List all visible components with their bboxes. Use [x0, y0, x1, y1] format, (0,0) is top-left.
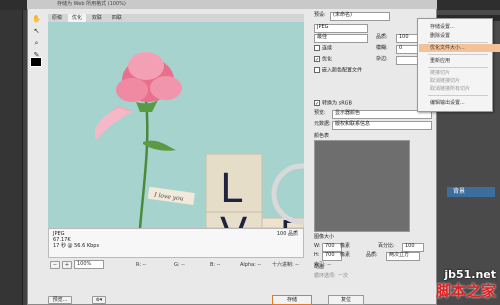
- percent-input[interactable]: 100: [402, 243, 424, 252]
- height-unit: 像素: [340, 252, 351, 258]
- readout-hex: 十六进制: --: [272, 262, 299, 268]
- menu-unlink-slice[interactable]: 取消链接切片: [430, 77, 460, 85]
- metadata-label: 元数据:: [314, 121, 331, 127]
- menu-delete-settings[interactable]: 删除设置: [430, 32, 450, 40]
- resample-label: 品质:: [366, 252, 378, 258]
- image-preview[interactable]: I love you L V E: [48, 22, 304, 228]
- photoshop-toolbar: [0, 10, 23, 305]
- zoom-out-button[interactable]: −: [50, 261, 60, 269]
- hand-tool-icon[interactable]: ✋: [31, 14, 42, 24]
- quality-level-select[interactable]: 最佳: [314, 34, 368, 43]
- optimized-option[interactable]: ✓ 优化: [314, 56, 332, 63]
- browser-select[interactable]: ⊚▾: [92, 296, 106, 304]
- quality-label: 品质:: [376, 34, 388, 40]
- menu-link-slices[interactable]: 链接切片: [430, 69, 450, 77]
- optimize-flyout-menu: 存储设置... 删除设置 优化文件大小... 重新应用 链接切片 取消链接切片 …: [417, 18, 500, 112]
- eyedropper-color-swatch[interactable]: [30, 57, 42, 67]
- color-table-swatches: [314, 140, 410, 232]
- blur-label: 模糊:: [376, 45, 388, 51]
- menu-reapply[interactable]: 重新应用: [430, 57, 450, 65]
- readout-alpha: Alpha: --: [240, 262, 262, 268]
- blur-input[interactable]: 0: [396, 45, 418, 54]
- embed-profile-checkbox[interactable]: [314, 67, 320, 73]
- animation-label: 动画: [314, 264, 325, 270]
- height-input[interactable]: 700: [322, 252, 342, 261]
- letter-v: V: [220, 210, 248, 228]
- matte-select[interactable]: [396, 56, 418, 65]
- percent-label: 百分比:: [378, 243, 395, 249]
- width-unit: 像素: [340, 243, 351, 249]
- preview-button[interactable]: 预览...: [48, 296, 72, 304]
- progressive-checkbox[interactable]: [314, 45, 320, 51]
- embed-profile-option[interactable]: 嵌入颜色配置文件: [314, 67, 362, 74]
- quality-input[interactable]: 100: [396, 34, 418, 43]
- zoom-select[interactable]: 100%: [74, 260, 104, 269]
- menu-edit-output-settings[interactable]: 编辑输出设置...: [430, 99, 465, 107]
- loop-label: 循环选项:: [314, 273, 336, 279]
- menu-save-settings[interactable]: 存储设置...: [430, 23, 455, 31]
- height-label: H:: [314, 252, 320, 258]
- convert-srgb-option[interactable]: ✓ 转换为 sRGB: [314, 100, 352, 107]
- preset-select[interactable]: (未命名): [330, 12, 390, 21]
- menu-optimize-file-size[interactable]: 优化文件大小...: [419, 44, 500, 52]
- tab-2up[interactable]: 双联: [88, 14, 106, 22]
- menu-unlink-all-slices[interactable]: 取消链接所有切片: [430, 85, 470, 93]
- loop-select[interactable]: 一次: [338, 272, 348, 279]
- zoom-in-button[interactable]: +: [62, 261, 72, 269]
- image-size-label: 图像大小: [314, 234, 335, 240]
- preview-label: 预览:: [314, 110, 326, 116]
- readout-g: G: --: [174, 262, 185, 268]
- save-button[interactable]: 存储: [272, 295, 312, 305]
- color-table-label: 颜色表: [314, 133, 330, 139]
- dialog-title: 存储为 Web 所用格式 (100%): [27, 0, 437, 9]
- width-label: W:: [314, 243, 321, 249]
- tab-4up[interactable]: 四联: [108, 14, 126, 22]
- tab-optimized[interactable]: 优化: [67, 14, 86, 22]
- width-input[interactable]: 700: [322, 243, 342, 252]
- progressive-option[interactable]: 连续: [314, 45, 332, 52]
- reset-button[interactable]: 复位: [328, 295, 364, 305]
- readout-b: B: --: [210, 262, 221, 268]
- site-watermark: jb51.net 脚本之家: [430, 266, 500, 305]
- resample-select[interactable]: 两次立方: [386, 252, 420, 261]
- preset-label: 预设:: [314, 12, 326, 18]
- zoom-tool-icon[interactable]: ⌕: [31, 38, 42, 48]
- view-tabs: 原稿 优化 双联 四联: [48, 14, 304, 22]
- matte-label: 杂边:: [376, 56, 388, 62]
- watermark-name: 脚本之家: [435, 282, 496, 300]
- slice-select-icon[interactable]: ↖: [31, 26, 42, 36]
- preview-photo: I love you L V E: [48, 22, 304, 228]
- readout-r: R: --: [136, 262, 147, 268]
- metadata-select[interactable]: 版权和联系信息: [332, 121, 432, 130]
- letter-l: L: [220, 166, 243, 212]
- info-speed: 17 秒 @ 56.6 Kbps: [53, 243, 100, 249]
- preview-info: JPEG 67.17K 17 秒 @ 56.6 Kbps 100 品质: [48, 228, 304, 258]
- convert-srgb-checkbox[interactable]: ✓: [314, 100, 320, 107]
- optimized-checkbox[interactable]: ✓: [314, 56, 320, 63]
- info-quality: 100 品质: [276, 231, 298, 237]
- layer-background[interactable]: 背景: [447, 187, 495, 197]
- tab-original[interactable]: 原稿: [48, 14, 66, 22]
- format-select[interactable]: JPEG: [314, 24, 368, 33]
